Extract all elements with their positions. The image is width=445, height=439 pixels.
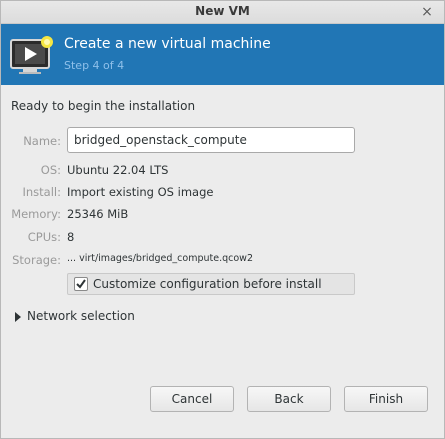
- expander-arrow-icon: [15, 312, 21, 322]
- cpus-label: CPUs:: [27, 230, 61, 244]
- wizard-title: Create a new virtual machine: [64, 36, 271, 52]
- cancel-button[interactable]: Cancel: [150, 386, 234, 412]
- close-button[interactable]: ×: [418, 3, 436, 21]
- install-value: Import existing OS image: [67, 185, 214, 199]
- vm-name-input[interactable]: [67, 127, 355, 153]
- cpus-value: 8: [67, 230, 75, 244]
- install-label: Install:: [22, 185, 62, 199]
- memory-value: 25346 MiB: [67, 207, 129, 221]
- customize-checkbox-label: Customize configuration before install: [93, 277, 322, 291]
- customize-checkbox[interactable]: [74, 277, 88, 291]
- storage-label: Storage:: [12, 253, 61, 267]
- os-label: OS:: [40, 163, 61, 177]
- checkmark-icon: [76, 279, 86, 289]
- memory-label: Memory:: [11, 207, 61, 221]
- os-value: Ubuntu 22.04 LTS: [67, 163, 169, 177]
- ready-heading: Ready to begin the installation: [11, 99, 196, 113]
- title-bar: New VM ×: [1, 1, 444, 24]
- name-label: Name:: [23, 134, 61, 148]
- new-vm-dialog: New VM × Create a new virtual machine St…: [0, 0, 445, 439]
- window-title: New VM: [195, 4, 250, 18]
- back-button[interactable]: Back: [247, 386, 331, 412]
- wizard-header: Create a new virtual machine Step 4 of 4: [1, 24, 444, 85]
- customize-checkbox-row[interactable]: Customize configuration before install: [67, 273, 355, 295]
- vm-monitor-icon: [10, 36, 53, 74]
- finish-button[interactable]: Finish: [344, 386, 428, 412]
- wizard-step: Step 4 of 4: [64, 59, 125, 72]
- network-selection-label: Network selection: [27, 309, 135, 323]
- storage-value: ... virt/images/bridged_compute.qcow2: [67, 253, 253, 264]
